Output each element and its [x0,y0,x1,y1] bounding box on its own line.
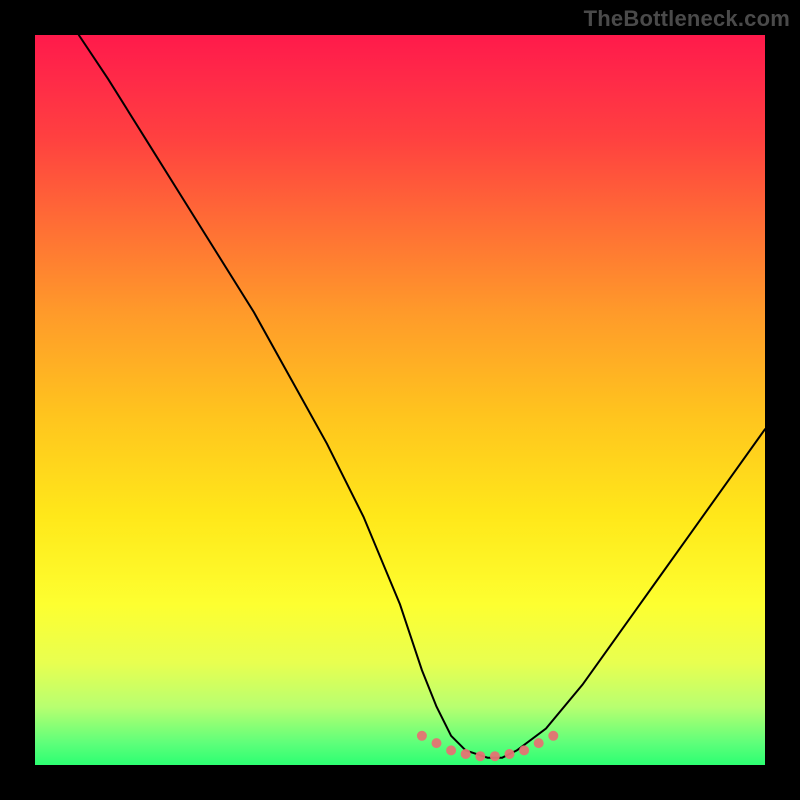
plot-area [35,35,765,765]
curve-svg [35,35,765,765]
chart-frame: TheBottleneck.com [0,0,800,800]
watermark-text: TheBottleneck.com [584,6,790,32]
bottleneck-curve [79,35,765,758]
